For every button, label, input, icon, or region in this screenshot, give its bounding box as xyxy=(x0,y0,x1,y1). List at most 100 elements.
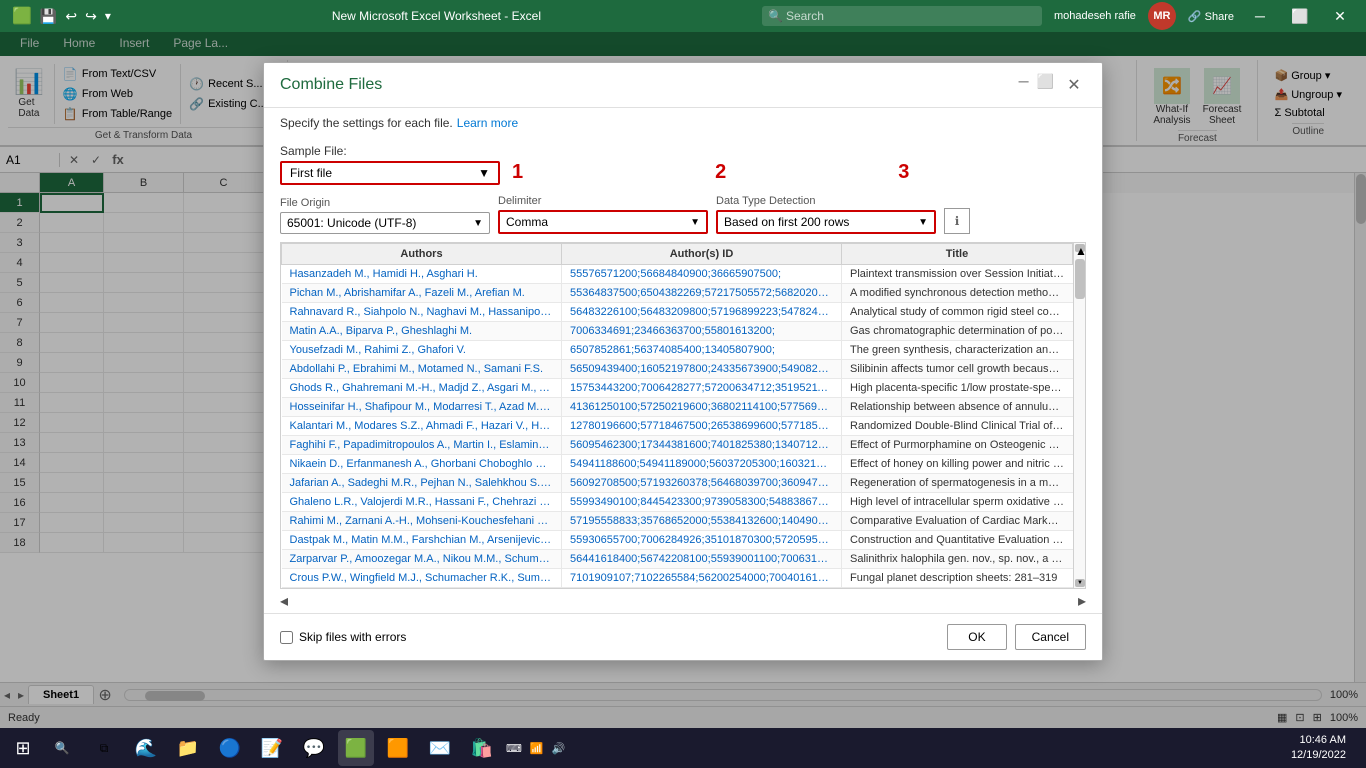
user-name: mohadeseh rafie xyxy=(1054,10,1136,22)
nav-left-arrow-icon[interactable]: ◂ xyxy=(280,591,288,611)
keyboard-icon[interactable]: ⌨ xyxy=(506,742,522,755)
cell-ids: 7101909107;7102265584;56200254000;700401… xyxy=(562,569,842,588)
delimiter-label: Delimiter xyxy=(498,195,708,207)
cell-ids: 12780196600;57718467500;26538699600;5771… xyxy=(562,417,842,436)
maximize-button[interactable]: ⬜ xyxy=(1286,2,1314,30)
table-scroll-thumb[interactable] xyxy=(1075,259,1085,299)
cell-ids: 56092708500;57193260378;56468039700;3609… xyxy=(562,474,842,493)
modal-overlay: Combine Files ─ ⬜ ✕ Specify the settings… xyxy=(0,32,1366,728)
taskbar-excel-icon[interactable]: 🟩 xyxy=(338,730,374,766)
taskbar-taskview-icon[interactable]: ⧉ xyxy=(86,730,122,766)
table-row: Rahimi M., Zarnani A.-H., Mohseni-Kouche… xyxy=(282,512,1073,531)
redo-icon[interactable]: ↪ xyxy=(85,8,97,25)
volume-icon[interactable]: 🔊 xyxy=(552,742,566,755)
dialog-action-buttons: OK Cancel xyxy=(947,624,1086,650)
taskbar-edge-icon[interactable]: 🌊 xyxy=(128,730,164,766)
sample-file-arrow-icon: ▼ xyxy=(478,166,490,180)
sample-file-row: Sample File: First file ▼ 1 2 3 xyxy=(264,138,1102,191)
taskbar-word-icon[interactable]: 📝 xyxy=(254,730,290,766)
table-scroll-down[interactable]: ▼ xyxy=(1075,579,1085,587)
taskbar-mail-icon[interactable]: ✉️ xyxy=(422,730,458,766)
table-row: Yousefzadi M., Rahimi Z., Ghafori V.6507… xyxy=(282,341,1073,360)
col-header-authors: Authors xyxy=(282,244,562,265)
table-row: Dastpak M., Matin M.M., Farshchian M., A… xyxy=(282,531,1073,550)
clock[interactable]: 10:46 AM 12/19/2022 xyxy=(1291,733,1346,764)
cell-authors: Pichan M., Abrishamifar A., Fazeli M., A… xyxy=(282,284,562,303)
time-display: 10:46 AM xyxy=(1291,733,1346,748)
table-row: Abdollahi P., Ebrahimi M., Motamed N., S… xyxy=(282,360,1073,379)
dialog-subtitle: Specify the settings for each file. Lear… xyxy=(264,108,1102,138)
learn-more-link[interactable]: Learn more xyxy=(457,116,518,130)
data-table: Authors Author(s) ID Title Hasanzadeh M.… xyxy=(281,243,1073,588)
table-row: Zarparvar P., Amoozegar M.A., Nikou M.M.… xyxy=(282,550,1073,569)
sample-file-dropdown[interactable]: First file ▼ xyxy=(280,161,500,185)
table-row: Faghihi F., Papadimitropoulos A., Martin… xyxy=(282,436,1073,455)
delimiter-dropdown[interactable]: Comma ▼ xyxy=(498,210,708,234)
network-icon[interactable]: 📶 xyxy=(530,742,544,755)
cell-title: High placenta-specific 1/low prostate-sp… xyxy=(842,379,1073,398)
cell-authors: Faghihi F., Papadimitropoulos A., Martin… xyxy=(282,436,562,455)
cell-authors: Ghods R., Ghahremani M.-H., Madjd Z., As… xyxy=(282,379,562,398)
ok-button[interactable]: OK xyxy=(947,624,1006,650)
step2-label: 2 xyxy=(715,161,726,184)
nav-right-arrow-icon[interactable]: ▸ xyxy=(1078,591,1086,611)
sample-file-label: Sample File: xyxy=(280,144,500,158)
cell-title: Plaintext transmission over Session Init… xyxy=(842,265,1073,284)
avatar: MR xyxy=(1148,2,1176,30)
file-origin-dropdown[interactable]: 65001: Unicode (UTF-8) ▼ xyxy=(280,212,490,234)
taskbar-powerpoint-icon[interactable]: 🟧 xyxy=(380,730,416,766)
table-scroll-up[interactable]: ▲ xyxy=(1075,244,1085,252)
dialog-title: Combine Files xyxy=(280,76,382,94)
cell-authors: Jafarian A., Sadeghi M.R., Pejhan N., Sa… xyxy=(282,474,562,493)
search-input[interactable] xyxy=(762,6,1042,26)
delimiter-value: Comma xyxy=(506,215,548,229)
cell-ids: 56095462300;17344381600;7401825380;13407… xyxy=(562,436,842,455)
cell-ids: 6507852861;56374085400;13405807900; xyxy=(562,341,842,360)
undo-icon[interactable]: ↩ xyxy=(65,8,77,25)
taskbar-store-icon[interactable]: 🛍️ xyxy=(464,730,500,766)
dialog-close-button[interactable]: ✕ xyxy=(1062,73,1086,97)
skip-files-container: Skip files with errors xyxy=(280,630,406,644)
taskbar: ⊞ 🔍 ⧉ 🌊 📁 🔵 📝 💬 🟩 🟧 ✉️ 🛍️ ⌨ 📶 🔊 10:46 AM… xyxy=(0,728,1366,768)
start-button[interactable]: ⊞ xyxy=(8,733,38,763)
cell-title: Gas chromatographic determination of pol… xyxy=(842,322,1073,341)
system-tray: ⌨ 📶 🔊 xyxy=(506,742,565,755)
cell-ids: 55993490100;8445423300;9739058300;548838… xyxy=(562,493,842,512)
taskbar-search-icon[interactable]: 🔍 xyxy=(44,730,80,766)
show-desktop-button[interactable] xyxy=(1352,728,1358,768)
cell-authors: Nikaein D., Erfanmanesh A., Ghorbani Cho… xyxy=(282,455,562,474)
close-button[interactable]: ✕ xyxy=(1326,2,1354,30)
sample-file-value: First file xyxy=(290,166,332,180)
table-row: Nikaein D., Erfanmanesh A., Ghorbani Cho… xyxy=(282,455,1073,474)
cell-title: A modified synchronous detection method … xyxy=(842,284,1073,303)
data-type-dropdown[interactable]: Based on first 200 rows ▼ xyxy=(716,210,936,234)
cell-ids: 56509439400;16052197800;24335673900;5490… xyxy=(562,360,842,379)
quick-save-icon[interactable]: 💾 xyxy=(40,8,57,25)
dialog-minimize-icon[interactable]: ─ xyxy=(1019,73,1029,97)
date-display: 12/19/2022 xyxy=(1291,748,1346,763)
delimiter-group: Delimiter Comma ▼ xyxy=(498,195,708,234)
taskbar-chrome-icon[interactable]: 🔵 xyxy=(212,730,248,766)
table-scrollbar[interactable]: ▲ ▼ xyxy=(1073,243,1085,588)
cell-authors: Crous P.W., Wingfield M.J., Schumacher R… xyxy=(282,569,562,588)
title-bar: 🟩 💾 ↩ ↪ ▾ New Microsoft Excel Worksheet … xyxy=(0,0,1366,32)
cell-title: High level of intracellular sperm oxidat… xyxy=(842,493,1073,512)
cell-ids: 55364837500;6504382269;57217505572;56820… xyxy=(562,284,842,303)
cell-authors: Zarparvar P., Amoozegar M.A., Nikou M.M.… xyxy=(282,550,562,569)
dialog-maximize-icon[interactable]: ⬜ xyxy=(1037,73,1054,97)
cell-ids: 41361250100;57250219600;36802114100;5775… xyxy=(562,398,842,417)
excel-logo-icon: 🟩 xyxy=(12,6,32,26)
cell-authors: Matin A.A., Biparva P., Gheshlaghi M. xyxy=(282,322,562,341)
file-origin-arrow-icon: ▼ xyxy=(473,218,483,229)
data-type-group: Data Type Detection Based on first 200 r… xyxy=(716,195,936,234)
table-row: Hasanzadeh M., Hamidi H., Asghari H.5557… xyxy=(282,265,1073,284)
taskbar-teams-icon[interactable]: 💬 xyxy=(296,730,332,766)
table-row: Pichan M., Abrishamifar A., Fazeli M., A… xyxy=(282,284,1073,303)
cancel-button[interactable]: Cancel xyxy=(1015,624,1086,650)
data-table-scroll: Authors Author(s) ID Title Hasanzadeh M.… xyxy=(281,243,1073,588)
table-row: Ghaleno L.R., Valojerdi M.R., Hassani F.… xyxy=(282,493,1073,512)
minimize-button[interactable]: ─ xyxy=(1246,2,1274,30)
skip-files-checkbox[interactable] xyxy=(280,631,293,644)
info-button[interactable]: ℹ xyxy=(944,208,970,234)
taskbar-explorer-icon[interactable]: 📁 xyxy=(170,730,206,766)
